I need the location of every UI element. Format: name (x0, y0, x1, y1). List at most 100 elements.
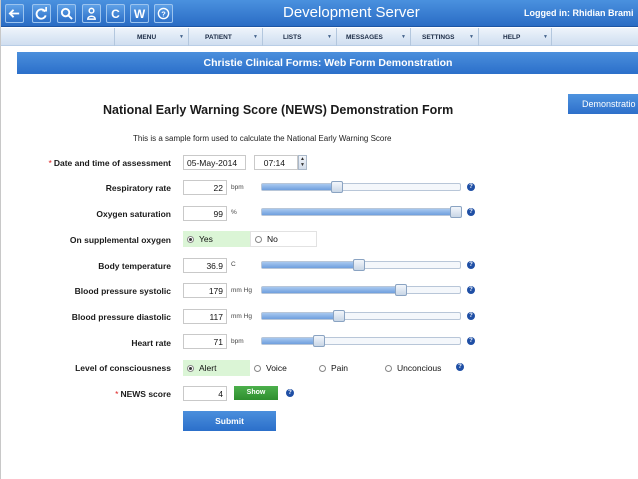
slider-fill (262, 287, 401, 293)
bp-systolic-field[interactable]: 179 (183, 283, 227, 298)
help-icon[interactable]: ? (467, 312, 475, 320)
consciousness-unconcious[interactable]: Unconcious (381, 360, 451, 376)
bp-diastolic-unit: mm Hg (231, 313, 252, 320)
supplemental-oxygen-yes[interactable]: Yes (183, 231, 250, 247)
chevron-down-icon: ▼ (179, 34, 184, 40)
show-button[interactable]: Show (234, 386, 278, 400)
help-icon[interactable]: ? (456, 363, 464, 371)
chevron-down-icon: ▼ (253, 34, 258, 40)
help-icon[interactable]: ? (467, 261, 475, 269)
help-icon[interactable]: ? (286, 389, 294, 397)
refresh-icon[interactable] (32, 4, 51, 23)
supplemental-oxygen-no[interactable]: No (250, 231, 317, 247)
radio-icon (255, 235, 262, 243)
body-temperature-field[interactable]: 36.9 (183, 258, 227, 273)
submit-button[interactable]: Submit (183, 411, 276, 431)
help-icon[interactable]: ? (467, 183, 475, 191)
menu-item-lists[interactable]: LISTS ▼ (262, 28, 336, 46)
consciousness-alert[interactable]: Alert (183, 360, 250, 376)
assessment-label: * Date and time of assessment (49, 158, 171, 168)
news-score-label-text: NEWS score (120, 389, 171, 399)
radio-label: Pain (331, 363, 349, 373)
slider-fill (262, 262, 360, 268)
slider-handle[interactable] (353, 259, 366, 271)
chevron-down-icon: ▼ (543, 34, 548, 40)
assessment-time-field[interactable]: 07:14 (254, 155, 298, 170)
slider-handle[interactable] (313, 335, 326, 347)
logged-in-user: Logged in: Rhidian Brami (524, 8, 634, 18)
server-title: Development Server (283, 4, 420, 21)
bp-diastolic-slider[interactable] (261, 310, 461, 322)
menu-bar: MENU ▼ PATIENT ▼ LISTS ▼ MESSAGES ▼ SETT… (1, 28, 638, 46)
radio-label: No (267, 234, 278, 244)
time-spinner[interactable]: ▲ ▼ (298, 155, 307, 170)
slider-handle[interactable] (450, 206, 463, 218)
slider-handle[interactable] (333, 310, 346, 322)
form-header-title: Christie Clinical Forms: Web Form Demons… (203, 57, 453, 69)
assessment-date-field[interactable]: 05-May-2014 (183, 155, 246, 170)
heart-rate-unit: bpm (231, 338, 244, 345)
oxygen-saturation-slider[interactable] (261, 206, 463, 218)
menu-item-label: MESSAGES (346, 34, 383, 41)
chevron-down-icon: ▼ (327, 34, 332, 40)
menu-item-help[interactable]: HELP ▼ (478, 28, 552, 46)
supplemental-oxygen-label: On supplemental oxygen (69, 235, 171, 245)
slider-handle[interactable] (331, 181, 344, 193)
slider-fill (262, 209, 457, 215)
respiratory-rate-unit: bpm (231, 184, 244, 191)
slider-fill (262, 184, 338, 190)
slider-handle[interactable] (394, 284, 407, 296)
menu-item-label: MENU (137, 34, 157, 41)
consciousness-pain[interactable]: Pain (315, 360, 381, 376)
slider-fill (262, 338, 320, 344)
radio-selected-icon (187, 364, 194, 372)
menu-item-messages[interactable]: MESSAGES ▼ (336, 28, 410, 46)
help-icon[interactable]: ? (467, 208, 475, 216)
spin-down-icon[interactable]: ▼ (299, 162, 306, 168)
menu-item-patient[interactable]: PATIENT ▼ (188, 28, 262, 46)
menu-item-label: PATIENT (205, 34, 232, 41)
menu-item-settings[interactable]: SETTINGS ▼ (410, 28, 478, 46)
back-icon[interactable] (5, 4, 24, 23)
w-button[interactable]: W (130, 4, 149, 23)
radio-icon (254, 364, 261, 372)
required-marker: * (115, 389, 119, 399)
radio-label: Alert (199, 363, 217, 373)
form-header-bar: Christie Clinical Forms: Web Form Demons… (17, 52, 638, 74)
bp-systolic-label: Blood pressure systolic (74, 286, 171, 296)
menu-item-menu[interactable]: MENU ▼ (114, 28, 188, 46)
consciousness-label: Level of consciousness (75, 363, 171, 373)
oxygen-saturation-field[interactable]: 99 (183, 206, 227, 221)
top-toolbar: C W ? Development Server Logged in: Rhid… (1, 0, 638, 27)
help-icon[interactable]: ? (467, 337, 475, 345)
demonstration-button[interactable]: Demonstratio (568, 94, 638, 114)
respiratory-rate-field[interactable]: 22 (183, 180, 227, 195)
help-icon[interactable]: ? (154, 4, 173, 23)
radio-label: Unconcious (397, 363, 442, 373)
bp-systolic-unit: mm Hg (231, 287, 252, 294)
required-marker: * (48, 158, 52, 168)
radio-icon (385, 364, 392, 372)
app-window: C W ? Development Server Logged in: Rhid… (0, 0, 638, 479)
body-temperature-slider[interactable] (261, 259, 461, 271)
news-score-label: * NEWS score (115, 389, 171, 399)
chevron-down-icon: ▼ (469, 34, 474, 40)
heart-rate-label: Heart rate (131, 338, 171, 348)
consciousness-voice[interactable]: Voice (250, 360, 315, 376)
search-icon[interactable] (57, 4, 76, 23)
help-icon[interactable]: ? (467, 286, 475, 294)
bp-systolic-slider[interactable] (261, 284, 461, 296)
slider-fill (262, 313, 340, 319)
assessment-label-text: Date and time of assessment (53, 158, 171, 168)
patient-icon[interactable] (82, 4, 101, 23)
bp-diastolic-label: Blood pressure diastolic (71, 312, 171, 322)
chevron-down-icon: ▼ (401, 34, 406, 40)
heart-rate-slider[interactable] (261, 335, 461, 347)
news-score-field[interactable]: 4 (183, 386, 227, 401)
oxygen-saturation-label: Oxygen saturation (96, 209, 171, 219)
c-button[interactable]: C (106, 4, 125, 23)
bp-diastolic-field[interactable]: 117 (183, 309, 227, 324)
radio-icon (319, 364, 326, 372)
heart-rate-field[interactable]: 71 (183, 334, 227, 349)
respiratory-rate-slider[interactable] (261, 181, 461, 193)
